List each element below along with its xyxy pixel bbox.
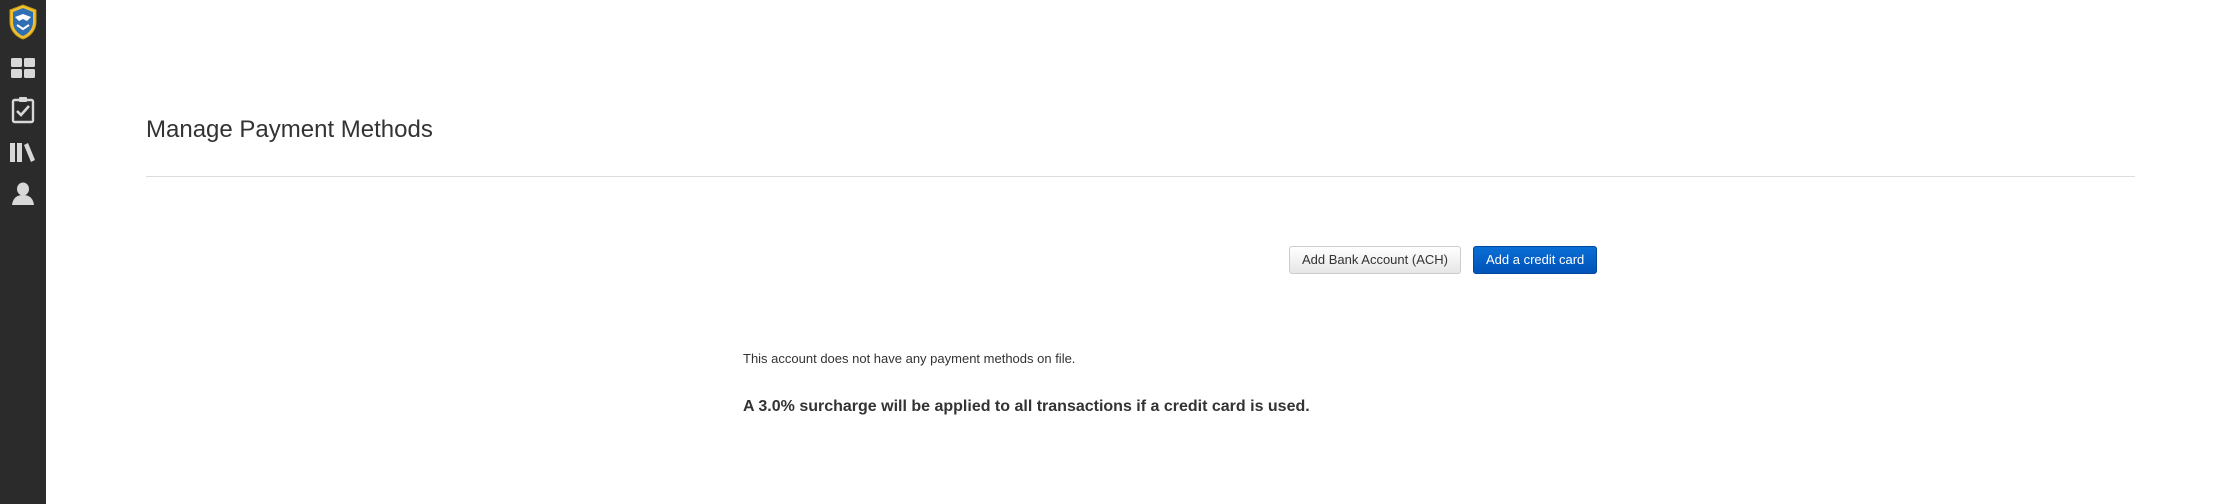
surcharge-notice: A 3.0% surcharge will be applied to all … (743, 398, 1310, 415)
add-credit-card-button[interactable]: Add a credit card (1473, 246, 1597, 274)
checklist-icon[interactable] (8, 95, 38, 125)
title-divider (146, 176, 2135, 177)
shield-logo-icon[interactable] (7, 3, 39, 41)
sidebar (0, 0, 46, 504)
page-title: Manage Payment Methods (146, 116, 433, 143)
add-bank-account-button[interactable]: Add Bank Account (ACH) (1289, 246, 1461, 274)
dashboard-icon[interactable] (8, 53, 38, 83)
library-icon[interactable] (8, 137, 38, 167)
user-icon[interactable] (8, 179, 38, 209)
no-payment-methods-message: This account does not have any payment m… (743, 351, 1076, 366)
